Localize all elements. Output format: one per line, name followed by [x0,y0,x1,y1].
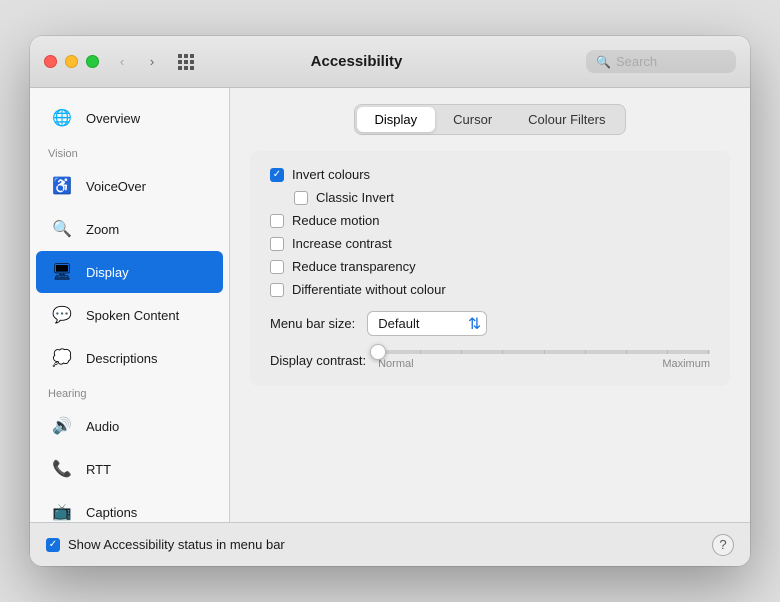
close-button[interactable] [44,55,57,68]
reduce-motion-checkbox[interactable] [270,214,284,228]
tabs-bar: Display Cursor Colour Filters [250,104,730,135]
tab-group: Display Cursor Colour Filters [354,104,627,135]
differentiate-colour-row: Differentiate without colour [270,282,710,297]
sidebar-item-zoom[interactable]: 🔍 Zoom [36,208,223,250]
invert-colours-checkbox[interactable] [270,168,284,182]
classic-invert-label: Classic Invert [316,190,394,205]
reduce-transparency-label: Reduce transparency [292,259,416,274]
captions-icon: 📺 [48,498,76,522]
display-icon: 🖥 [48,258,76,286]
display-contrast-track[interactable] [378,350,710,354]
menu-bar-size-select-wrap: Default Large ⇅ [367,311,487,336]
display-panel-content: Invert colours Classic Invert Reduce mot… [250,151,730,386]
sidebar-item-display[interactable]: 🖥 Display [36,251,223,293]
menu-bar-size-row: Menu bar size: Default Large ⇅ [270,311,710,336]
spoken-content-icon: 💬 [48,301,76,329]
traffic-lights [44,55,99,68]
footer: Show Accessibility status in menu bar ? [30,522,750,566]
zoom-icon: 🔍 [48,215,76,243]
slider-min-label: Normal [378,358,413,370]
help-button[interactable]: ? [712,534,734,556]
main-window: ‹ › Accessibility 🔍 Search 🌐 Overview Vi… [30,36,750,566]
sidebar-item-label: Display [86,265,129,280]
display-contrast-row: Display contrast: Normal M [270,350,710,370]
sidebar-item-label: Zoom [86,222,119,237]
sidebar-item-rtt[interactable]: 📞 RTT [36,448,223,490]
slider-labels: Normal Maximum [378,358,710,370]
audio-icon: 🔊 [48,412,76,440]
show-accessibility-checkbox[interactable] [46,538,60,552]
reduce-motion-label: Reduce motion [292,213,379,228]
slider-max-label: Maximum [662,358,710,370]
sidebar-item-audio[interactable]: 🔊 Audio [36,405,223,447]
sidebar-item-label: Overview [86,111,140,126]
search-icon: 🔍 [596,55,611,69]
main-content: 🌐 Overview Vision ♿ VoiceOver 🔍 Zoom 🖥 D… [30,88,750,522]
sidebar-item-overview[interactable]: 🌐 Overview [36,97,223,139]
invert-colours-label: Invert colours [292,167,370,182]
voiceover-icon: ♿ [48,172,76,200]
classic-invert-row: Classic Invert [294,190,710,205]
right-panel: Display Cursor Colour Filters Invert col… [230,88,750,522]
display-contrast-thumb[interactable] [370,344,386,360]
search-box[interactable]: 🔍 Search [586,50,736,73]
display-contrast-slider-container: Normal Maximum [378,350,710,370]
reduce-transparency-row: Reduce transparency [270,259,710,274]
hearing-section-label: Hearing [30,380,229,404]
sidebar-item-label: VoiceOver [86,179,146,194]
increase-contrast-checkbox[interactable] [270,237,284,251]
menu-bar-size-label: Menu bar size: [270,316,355,331]
sidebar-item-label: Audio [86,419,119,434]
tab-display[interactable]: Display [357,107,436,132]
show-accessibility-label: Show Accessibility status in menu bar [68,537,285,552]
sidebar-item-captions[interactable]: 📺 Captions [36,491,223,522]
reduce-transparency-checkbox[interactable] [270,260,284,274]
descriptions-icon: 💭 [48,344,76,372]
differentiate-colour-checkbox[interactable] [270,283,284,297]
differentiate-colour-label: Differentiate without colour [292,282,446,297]
menu-bar-size-select[interactable]: Default Large [367,311,487,336]
vision-section-label: Vision [30,140,229,164]
reduce-motion-row: Reduce motion [270,213,710,228]
footer-checkbox-row: Show Accessibility status in menu bar [46,537,712,552]
sidebar-item-label: Spoken Content [86,308,179,323]
sidebar-item-voiceover[interactable]: ♿ VoiceOver [36,165,223,207]
back-button[interactable]: ‹ [109,52,135,72]
search-placeholder: Search [616,54,657,69]
minimize-button[interactable] [65,55,78,68]
overview-icon: 🌐 [48,104,76,132]
rtt-icon: 📞 [48,455,76,483]
sidebar-item-label: RTT [86,462,111,477]
window-title: Accessibility [127,53,586,70]
slider-ticks [378,350,710,354]
classic-invert-checkbox[interactable] [294,191,308,205]
sidebar: 🌐 Overview Vision ♿ VoiceOver 🔍 Zoom 🖥 D… [30,88,230,522]
tab-colour-filters[interactable]: Colour Filters [510,107,623,132]
increase-contrast-label: Increase contrast [292,236,392,251]
titlebar: ‹ › Accessibility 🔍 Search [30,36,750,88]
invert-colours-row: Invert colours [270,167,710,182]
display-contrast-label: Display contrast: [270,353,366,368]
sidebar-item-descriptions[interactable]: 💭 Descriptions [36,337,223,379]
sidebar-item-label: Captions [86,505,137,520]
sidebar-item-spoken-content[interactable]: 💬 Spoken Content [36,294,223,336]
increase-contrast-row: Increase contrast [270,236,710,251]
tab-cursor[interactable]: Cursor [435,107,510,132]
maximize-button[interactable] [86,55,99,68]
sidebar-item-label: Descriptions [86,351,158,366]
